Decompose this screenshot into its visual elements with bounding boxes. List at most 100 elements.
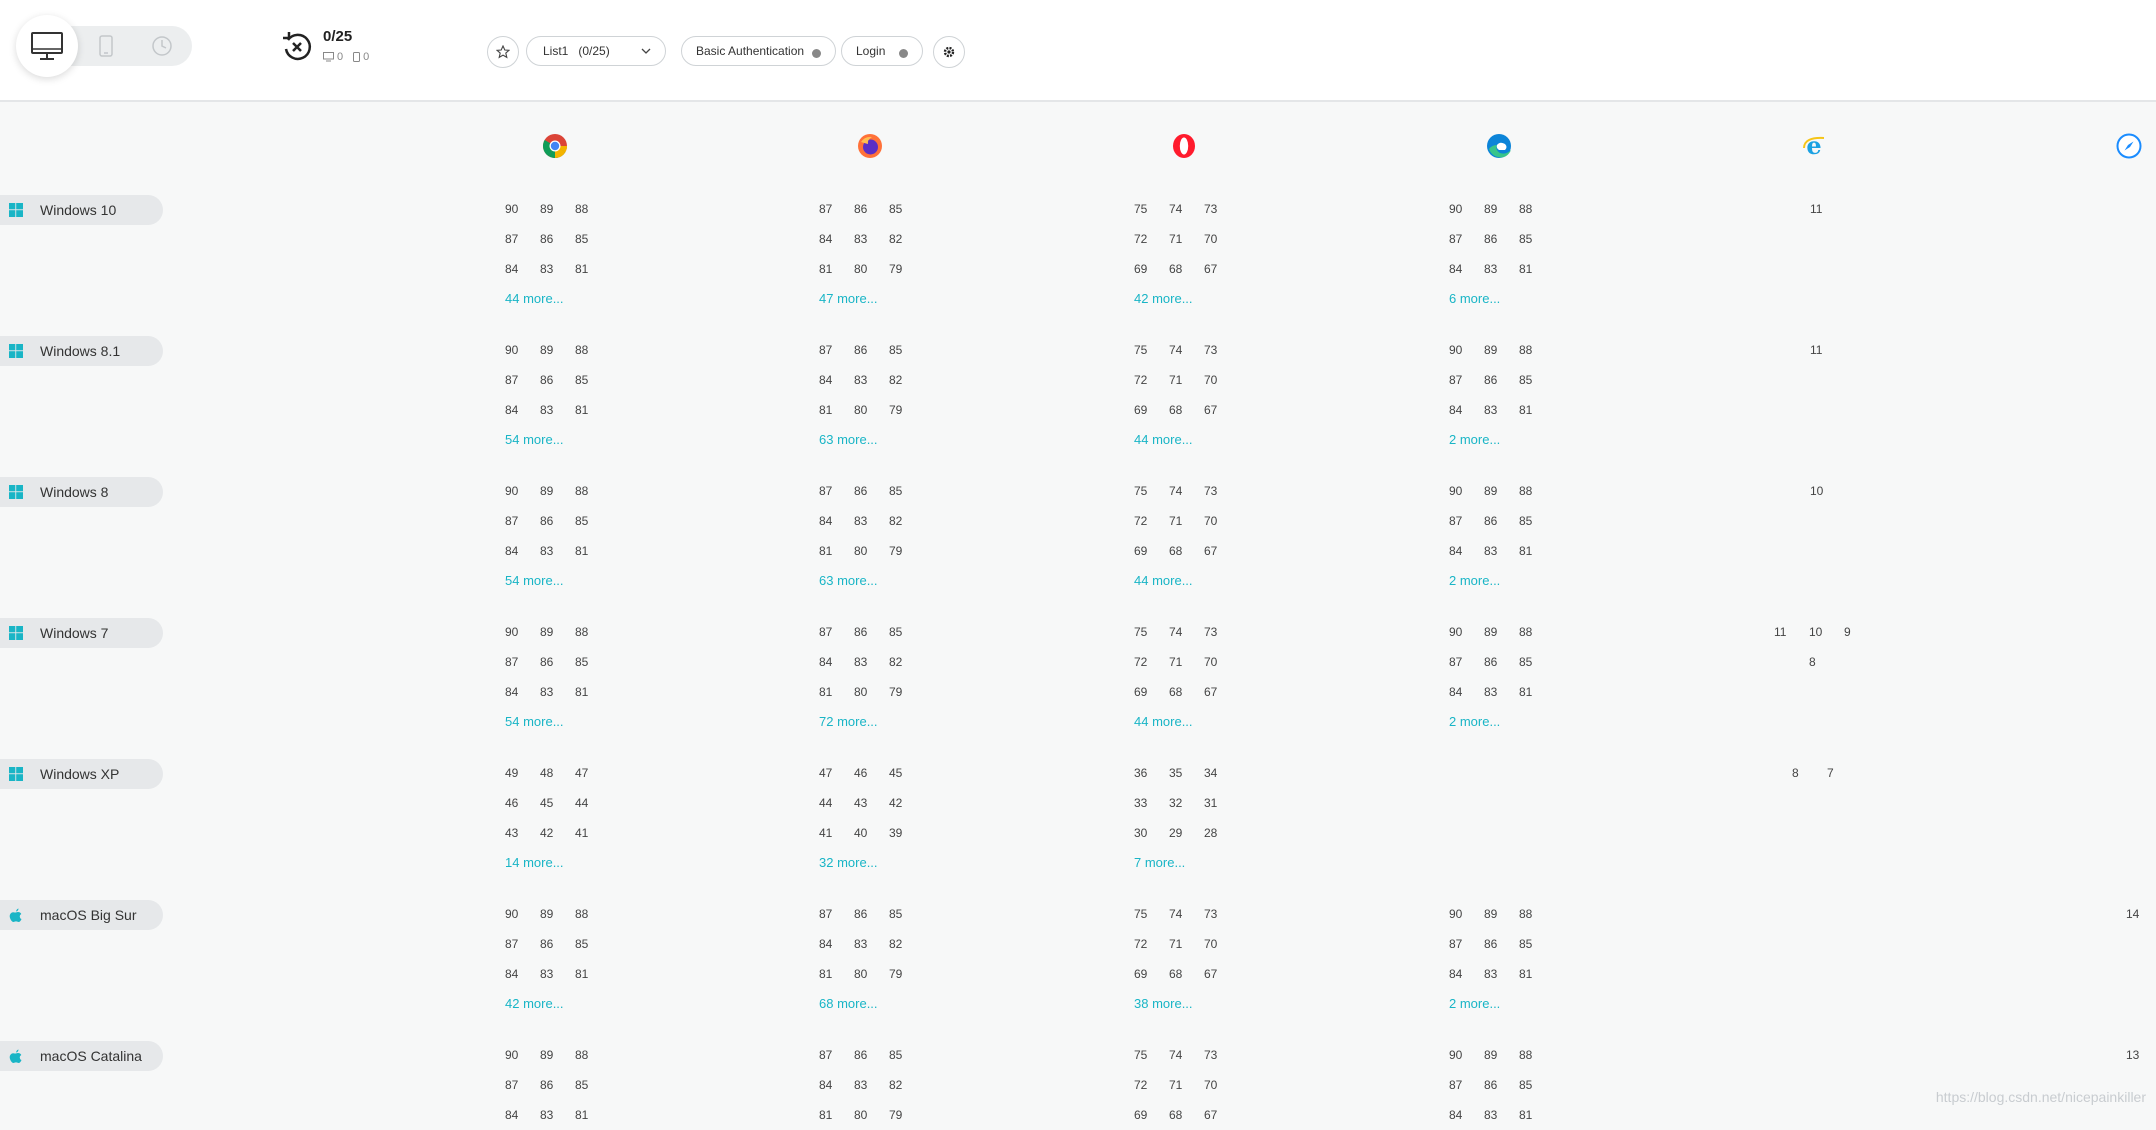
version-option[interactable]: 81 bbox=[575, 685, 610, 699]
version-option[interactable]: 86 bbox=[540, 655, 575, 669]
version-option[interactable]: 84 bbox=[1449, 685, 1484, 699]
version-option[interactable]: 79 bbox=[889, 544, 924, 558]
version-option[interactable]: 90 bbox=[1449, 1048, 1484, 1062]
version-option[interactable]: 88 bbox=[575, 907, 610, 921]
version-option[interactable]: 88 bbox=[1519, 907, 1554, 921]
version-option[interactable]: 89 bbox=[540, 202, 575, 216]
version-option[interactable]: 85 bbox=[1519, 373, 1554, 387]
version-option[interactable]: 73 bbox=[1204, 625, 1239, 639]
version-option[interactable]: 83 bbox=[854, 514, 889, 528]
version-option[interactable]: 75 bbox=[1134, 343, 1169, 357]
version-option[interactable]: 11 bbox=[1774, 625, 1809, 639]
version-option[interactable]: 41 bbox=[575, 826, 610, 840]
version-option[interactable]: 86 bbox=[540, 232, 575, 246]
version-option[interactable]: 30 bbox=[1134, 826, 1169, 840]
version-option[interactable]: 87 bbox=[819, 625, 854, 639]
version-option[interactable]: 87 bbox=[1449, 373, 1484, 387]
version-option[interactable]: 67 bbox=[1204, 262, 1239, 276]
version-option[interactable]: 80 bbox=[854, 544, 889, 558]
version-option[interactable]: 85 bbox=[575, 937, 610, 951]
version-option[interactable]: 84 bbox=[819, 232, 854, 246]
version-option[interactable]: 87 bbox=[1449, 1078, 1484, 1092]
version-option[interactable]: 85 bbox=[575, 655, 610, 669]
version-option[interactable]: 88 bbox=[1519, 484, 1554, 498]
os-label[interactable]: Windows 7 bbox=[0, 618, 163, 648]
version-option[interactable]: 84 bbox=[505, 544, 540, 558]
version-option[interactable]: 82 bbox=[889, 232, 924, 246]
version-option[interactable]: 81 bbox=[1519, 685, 1554, 699]
version-option[interactable]: 9 bbox=[1844, 625, 1879, 639]
version-option[interactable]: 87 bbox=[819, 343, 854, 357]
version-option[interactable]: 82 bbox=[889, 373, 924, 387]
version-option[interactable]: 85 bbox=[1519, 232, 1554, 246]
version-option[interactable]: 74 bbox=[1169, 907, 1204, 921]
version-option[interactable]: 70 bbox=[1204, 1078, 1239, 1092]
version-option[interactable]: 71 bbox=[1169, 937, 1204, 951]
version-option[interactable]: 88 bbox=[1519, 343, 1554, 357]
version-option[interactable]: 80 bbox=[854, 1108, 889, 1122]
version-option[interactable]: 83 bbox=[540, 967, 575, 981]
version-option[interactable]: 81 bbox=[575, 262, 610, 276]
version-option[interactable]: 86 bbox=[540, 373, 575, 387]
version-option[interactable]: 87 bbox=[505, 655, 540, 669]
version-option[interactable]: 84 bbox=[505, 967, 540, 981]
version-option[interactable]: 89 bbox=[1484, 907, 1519, 921]
login-button[interactable]: Login bbox=[841, 36, 924, 66]
version-option[interactable]: 47 bbox=[575, 766, 610, 780]
version-option[interactable]: 88 bbox=[1519, 625, 1554, 639]
version-option[interactable]: 72 bbox=[1134, 373, 1169, 387]
version-option[interactable]: 83 bbox=[540, 1108, 575, 1122]
version-option[interactable]: 84 bbox=[819, 937, 854, 951]
version-option[interactable]: 67 bbox=[1204, 967, 1239, 981]
more-versions-link[interactable]: 47 more... bbox=[819, 284, 924, 314]
more-versions-link[interactable]: 2 more... bbox=[1449, 425, 1554, 455]
version-option[interactable]: 82 bbox=[889, 1078, 924, 1092]
version-option[interactable]: 85 bbox=[889, 484, 924, 498]
version-option[interactable]: 11 bbox=[1810, 343, 1845, 357]
version-option[interactable]: 68 bbox=[1169, 967, 1204, 981]
version-option[interactable]: 83 bbox=[540, 262, 575, 276]
version-option[interactable]: 71 bbox=[1169, 232, 1204, 246]
version-option[interactable]: 49 bbox=[505, 766, 540, 780]
version-option[interactable]: 82 bbox=[889, 655, 924, 669]
reset-selection-icon[interactable] bbox=[280, 30, 314, 64]
version-option[interactable]: 8 bbox=[1792, 766, 1827, 780]
favorite-button[interactable] bbox=[487, 36, 519, 68]
mobile-mode-button[interactable] bbox=[82, 22, 130, 70]
version-option[interactable]: 73 bbox=[1204, 202, 1239, 216]
version-option[interactable]: 83 bbox=[1484, 1108, 1519, 1122]
more-versions-link[interactable]: 32 more... bbox=[819, 848, 924, 878]
version-option[interactable]: 67 bbox=[1204, 685, 1239, 699]
version-option[interactable]: 69 bbox=[1134, 1108, 1169, 1122]
more-versions-link[interactable]: 54 more... bbox=[505, 707, 610, 737]
version-option[interactable]: 81 bbox=[1519, 403, 1554, 417]
version-option[interactable]: 45 bbox=[540, 796, 575, 810]
version-option[interactable]: 88 bbox=[575, 1048, 610, 1062]
version-option[interactable]: 44 bbox=[575, 796, 610, 810]
version-option[interactable]: 72 bbox=[1134, 514, 1169, 528]
version-option[interactable]: 85 bbox=[889, 202, 924, 216]
version-option[interactable]: 47 bbox=[819, 766, 854, 780]
version-option[interactable]: 85 bbox=[575, 1078, 610, 1092]
version-option[interactable]: 85 bbox=[575, 373, 610, 387]
version-option[interactable]: 46 bbox=[505, 796, 540, 810]
version-option[interactable]: 85 bbox=[1519, 1078, 1554, 1092]
version-option[interactable]: 83 bbox=[1484, 685, 1519, 699]
more-versions-link[interactable]: 7 more... bbox=[1134, 848, 1239, 878]
version-option[interactable]: 86 bbox=[854, 625, 889, 639]
version-option[interactable]: 81 bbox=[819, 262, 854, 276]
version-option[interactable]: 83 bbox=[1484, 262, 1519, 276]
more-versions-link[interactable]: 72 more... bbox=[819, 707, 924, 737]
version-option[interactable]: 67 bbox=[1204, 1108, 1239, 1122]
version-option[interactable]: 11 bbox=[1810, 202, 1845, 216]
version-option[interactable]: 74 bbox=[1169, 625, 1204, 639]
version-option[interactable]: 81 bbox=[1519, 262, 1554, 276]
version-option[interactable]: 42 bbox=[540, 826, 575, 840]
version-option[interactable]: 75 bbox=[1134, 907, 1169, 921]
os-label[interactable]: macOS Big Sur bbox=[0, 900, 163, 930]
version-option[interactable]: 81 bbox=[575, 1108, 610, 1122]
version-option[interactable]: 46 bbox=[854, 766, 889, 780]
more-versions-link[interactable]: 14 more... bbox=[505, 848, 610, 878]
version-option[interactable]: 88 bbox=[1519, 1048, 1554, 1062]
version-option[interactable]: 87 bbox=[819, 1048, 854, 1062]
